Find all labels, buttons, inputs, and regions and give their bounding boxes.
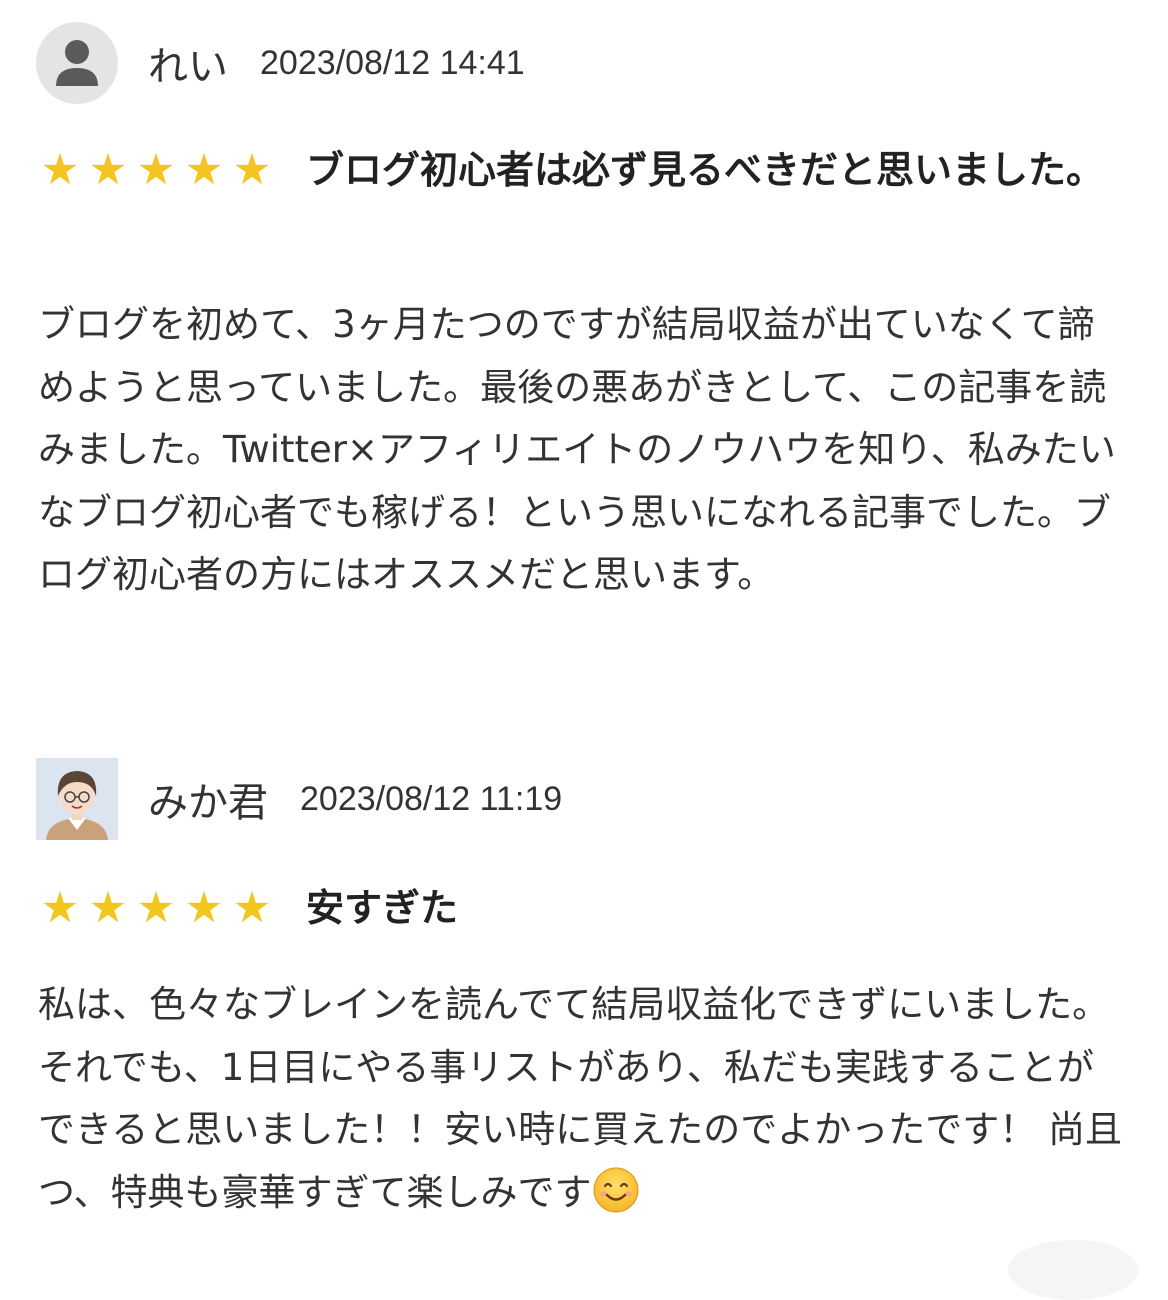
star-icon: ★ [88, 883, 128, 933]
floating-button-edge[interactable] [1008, 1240, 1138, 1300]
user-silhouette-icon [56, 40, 98, 86]
review-header: れい 2023/08/12 14:41 [36, 22, 525, 104]
rating-row: ★ ★ ★ ★ ★ ブログ初心者は必ず見るべきだと思いました。 [36, 140, 1106, 200]
review-date: 2023/08/12 11:19 [300, 779, 563, 818]
star-rating: ★ ★ ★ ★ ★ [36, 884, 276, 932]
star-rating: ★ ★ ★ ★ ★ [36, 146, 276, 194]
star-icon: ★ [232, 883, 272, 933]
review-body: 私は、色々なブレインを読んでて結局収益化できずにいました。それでも、1日目にやる… [38, 974, 1128, 1224]
rating-row: ★ ★ ★ ★ ★ 安すぎた [36, 878, 1106, 938]
reviewer-name[interactable]: れい [148, 34, 228, 92]
star-icon: ★ [232, 145, 272, 195]
review-body-text: 私は、色々なブレインを読んでて結局収益化できずにいました。それでも、1日目にやる… [38, 983, 1123, 1214]
review-date: 2023/08/12 14:41 [260, 43, 525, 82]
review-body: ブログを初めて、3ヶ月たつのですが結局収益が出ていなくて諦めようと思っていました… [38, 303, 1116, 596]
review-header: みか君 2023/08/12 11:19 [36, 758, 562, 840]
avatar[interactable] [36, 22, 118, 104]
smiling-face-emoji-icon [593, 1167, 639, 1212]
star-icon: ★ [88, 145, 128, 195]
star-icon: ★ [184, 883, 224, 933]
avatar[interactable] [36, 758, 118, 840]
cartoon-avatar-icon [36, 758, 118, 840]
star-icon: ★ [40, 145, 80, 195]
star-icon: ★ [184, 145, 224, 195]
star-icon: ★ [40, 883, 80, 933]
review-title: ブログ初心者は必ず見るべきだと思いました。 [306, 148, 1105, 192]
star-icon: ★ [136, 883, 176, 933]
review-title: 安すぎた [306, 886, 459, 930]
reviewer-name[interactable]: みか君 [148, 770, 268, 828]
star-icon: ★ [136, 145, 176, 195]
